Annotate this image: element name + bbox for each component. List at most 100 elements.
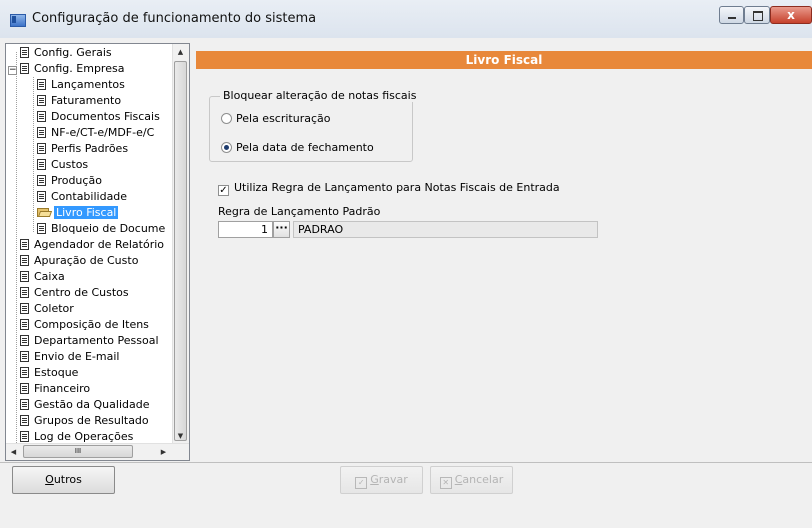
document-icon [37,79,46,90]
tree-item-label: Lançamentos [51,78,125,91]
tree-item-label: Livro Fiscal [54,206,119,219]
document-icon [20,431,29,442]
tree-item-label: NF-e/CT-e/MDF-e/C [51,126,155,139]
tree-item[interactable]: Agendador de Relatório [20,237,166,253]
radio-button-icon[interactable] [221,142,232,153]
cancelar-button[interactable]: ✕ Cancelar [430,466,513,494]
document-icon [20,239,29,250]
tree-item[interactable]: Livro Fiscal [37,205,119,221]
tree-item-label: Config. Gerais [34,46,112,59]
tree-item[interactable]: Custos [37,157,90,173]
close-icon: x [787,8,795,22]
radio-escrituracao[interactable]: Pela escrituração [221,112,331,125]
gravar-button[interactable]: ✓ Gravar [340,466,423,494]
tree-item[interactable]: Apuração de Custo [20,253,140,269]
tree-item-label: Coletor [34,302,74,315]
tree-item[interactable]: Contabilidade [37,189,129,205]
tree-item-label: Gestão da Qualidade [34,398,150,411]
checkbox-label: Utiliza Regra de Lançamento para Notas F… [234,181,560,194]
tree-item-label: Composição de Itens [34,318,149,331]
regra-description-field: PADRAO [293,221,598,238]
horizontal-scrollbar-thumb[interactable]: III [23,445,133,458]
tree-item[interactable]: Centro de Custos [20,285,131,301]
close-button[interactable]: x [770,6,812,24]
tree-item[interactable]: NF-e/CT-e/MDF-e/C [37,125,156,141]
document-icon [20,303,29,314]
tree-item[interactable]: Documentos Fiscais [37,109,162,125]
document-icon [20,271,29,282]
radio-button-icon[interactable] [221,113,232,124]
tree-item-label: Bloqueio de Docume [51,222,166,235]
document-icon [37,95,46,106]
tree-item-label: Departamento Pessoal [34,334,159,347]
tree-item[interactable]: Estoque [20,365,80,381]
tree-item[interactable]: Financeiro [20,381,92,397]
document-icon [37,127,46,138]
collapse-icon[interactable]: − [8,66,17,75]
tree-item[interactable]: Envio de E-mail [20,349,121,365]
tree-item-label: Caixa [34,270,65,283]
tree-item[interactable]: − Config. Empresa [8,61,126,77]
radio-label: Pela data de fechamento [236,141,374,154]
regra-checkbox-row[interactable]: ✓ Utiliza Regra de Lançamento para Notas … [218,181,560,196]
tree-item-label: Perfis Padrões [51,142,129,155]
tree-item[interactable]: Perfis Padrões [37,141,130,157]
maximize-button[interactable] [744,6,770,24]
document-icon [20,383,29,394]
tree-item-label: Custos [51,158,89,171]
tree-vertical-scrollbar[interactable]: ▲ ▼ [172,44,189,444]
document-icon [20,47,29,58]
tree-item[interactable]: Faturamento [37,93,123,109]
section-header: Livro Fiscal [196,51,812,69]
document-icon [37,175,46,186]
tree-item-label: Apuração de Custo [34,254,139,267]
outros-button[interactable]: Outros [12,466,115,494]
minimize-icon [728,17,736,19]
tree-item-label: Estoque [34,366,79,379]
checkbox-icon[interactable]: ✓ [218,185,229,196]
tree-horizontal-scrollbar[interactable]: ◀ III ▶ [6,443,189,460]
outros-label: utros [53,473,82,486]
gravar-label: ravar [378,473,408,486]
document-icon [20,319,29,330]
tree-item-label: Produção [51,174,102,187]
scroll-right-arrow-icon[interactable]: ▶ [156,444,171,460]
radio-data-fechamento[interactable]: Pela data de fechamento [221,141,374,154]
tree-item-label: Config. Empresa [34,62,125,75]
regra-code-input[interactable]: 1 [218,221,273,238]
regra-label: Regra de Lançamento Padrão [218,205,381,218]
scrollbar-thumb[interactable] [174,61,187,441]
document-icon [37,159,46,170]
cancel-x-icon: ✕ [439,477,452,489]
title-bar[interactable]: Configuração de funcionamento do sistema… [0,0,812,38]
window-title: Configuração de funcionamento do sistema [32,11,317,26]
footer-divider [0,462,812,463]
folder-open-icon [37,207,51,217]
gravar-hotkey: G [370,473,379,486]
tree-item[interactable]: Config. Gerais [20,45,114,61]
lookup-button[interactable]: ··· [273,221,290,238]
tree-item[interactable]: Composição de Itens [20,317,151,333]
document-icon [20,399,29,410]
document-icon [20,351,29,362]
tree-item[interactable]: Caixa [20,269,67,285]
radio-label: Pela escrituração [236,112,331,125]
scroll-up-arrow-icon[interactable]: ▲ [173,44,188,60]
outros-hotkey: O [45,473,54,486]
tree-item[interactable]: Coletor [20,301,76,317]
config-tree[interactable]: Config. Gerais − Config. Empresa Lançamento… [5,43,190,461]
scroll-left-arrow-icon[interactable]: ◀ [6,444,21,460]
document-icon [20,367,29,378]
tree-item[interactable]: Gestão da Qualidade [20,397,151,413]
tree-item[interactable]: Bloqueio de Docume [37,221,167,237]
tree-item-label: Log de Operações [34,430,134,443]
tree-item[interactable]: Lançamentos [37,77,127,93]
minimize-button[interactable] [719,6,744,24]
tree-item-label: Financeiro [34,382,91,395]
document-icon [20,415,29,426]
tree-item[interactable]: Departamento Pessoal [20,333,161,349]
scroll-down-arrow-icon[interactable]: ▼ [173,428,188,444]
tree-item[interactable]: Grupos de Resultado [20,413,151,429]
document-icon [37,143,46,154]
tree-item[interactable]: Produção [37,173,104,189]
